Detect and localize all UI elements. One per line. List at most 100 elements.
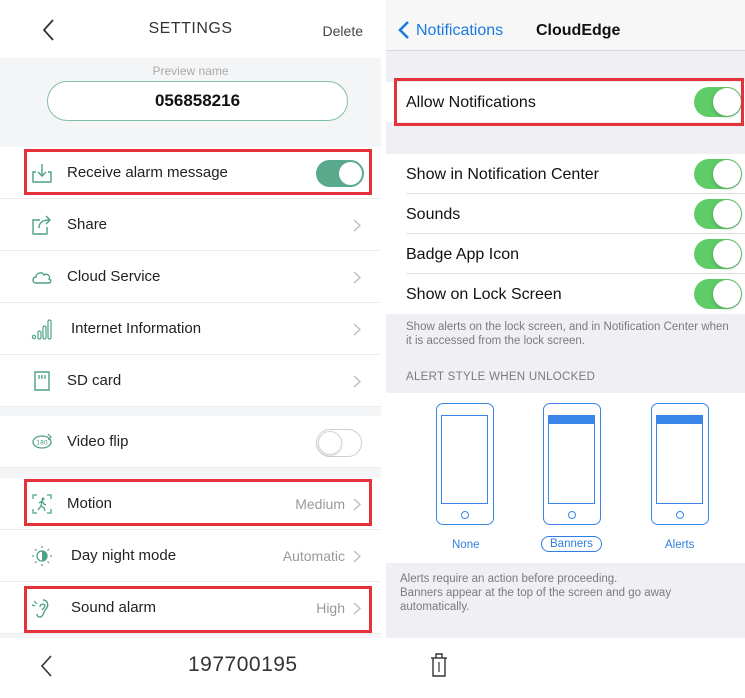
toggle-knob [713, 280, 741, 308]
alert-style-none-phone[interactable] [436, 403, 494, 525]
phone-screen [656, 415, 703, 504]
toggle-knob [318, 431, 342, 455]
lock-screen-note: Show alerts on the lock screen, and in N… [406, 321, 729, 347]
row-label: Cloud Service [67, 268, 161, 285]
row-value: High [316, 600, 345, 616]
cell-label: Allow Notifications [406, 94, 536, 111]
toggle-knob [339, 162, 362, 185]
receive-alarm-toggle[interactable] [316, 160, 364, 187]
phone-screen [548, 415, 595, 504]
camera-settings-panel: SETTINGS Delete Preview name 056858216 R… [0, 0, 381, 638]
badge-app-icon-toggle[interactable] [694, 239, 742, 269]
row-label: Receive alarm message [67, 164, 228, 181]
cloud-icon [32, 272, 52, 284]
ios-notification-settings-panel: Notifications CloudEdge Allow Notificati… [386, 0, 745, 638]
download-icon [32, 164, 52, 183]
section-divider [0, 468, 381, 478]
alert-preview [657, 416, 702, 424]
video-flip-toggle[interactable] [316, 429, 362, 457]
chevron-right-icon [353, 219, 361, 232]
preview-name-input[interactable]: 056858216 [47, 81, 348, 121]
allow-notifications-cell: Allow Notifications [386, 82, 745, 122]
settings-header: SETTINGS Delete [0, 0, 381, 58]
toggle-knob [713, 88, 741, 116]
preview-name-label: Preview name [152, 64, 229, 78]
row-receive-alarm-message: Receive alarm message [0, 147, 381, 199]
sounds-toggle[interactable] [694, 199, 742, 229]
sounds-cell: Sounds [386, 194, 745, 234]
svg-text:180: 180 [36, 440, 48, 447]
chevron-right-icon [353, 375, 361, 388]
back-chevron-icon[interactable] [398, 20, 410, 40]
show-on-lock-screen-cell: Show on Lock Screen [386, 274, 745, 314]
row-internet-information[interactable]: Internet Information [0, 303, 381, 355]
preview-name-section: Preview name 056858216 [0, 58, 381, 135]
signal-icon [31, 319, 52, 340]
row-label: Sound alarm [71, 599, 157, 616]
section-divider [0, 135, 381, 147]
row-sound-alarm[interactable]: Sound alarm High [0, 582, 381, 634]
delete-button[interactable]: Delete [323, 23, 363, 39]
row-label: Share [67, 216, 108, 233]
cell-label: Badge App Icon [406, 246, 519, 263]
day-night-icon [32, 546, 52, 566]
row-video-flip: 180 Video flip [0, 416, 381, 468]
alert-style-alerts-label[interactable]: Alerts [665, 539, 694, 551]
row-label: SD card [67, 372, 122, 389]
row-label: Video flip [67, 433, 129, 450]
alert-style-none-label[interactable]: None [452, 539, 480, 551]
screenshot-root: SETTINGS Delete Preview name 056858216 R… [0, 0, 745, 698]
section-divider [0, 407, 381, 416]
toggle-knob [713, 240, 741, 268]
share-icon [32, 215, 51, 235]
phone-home-button [568, 511, 576, 519]
allow-notifications-toggle[interactable] [694, 87, 742, 117]
chevron-right-icon [353, 602, 361, 615]
cell-label: Sounds [406, 206, 461, 223]
back-button[interactable]: Notifications [416, 22, 503, 40]
alert-style-section-title: ALERT STYLE WHEN UNLOCKED [406, 371, 596, 383]
cell-label: Show in Notification Center [406, 166, 599, 183]
row-share[interactable]: Share [0, 199, 381, 251]
motion-icon [32, 494, 52, 514]
back-icon[interactable] [36, 652, 58, 680]
phone-screen [441, 415, 488, 504]
alert-style-banners-label[interactable]: Banners [541, 536, 602, 552]
chevron-right-icon [353, 550, 361, 563]
sd-card-icon [34, 371, 50, 391]
row-value: Automatic [282, 548, 345, 564]
toggle-knob [713, 160, 741, 188]
row-motion[interactable]: Motion Medium [0, 478, 381, 530]
row-label: Internet Information [71, 320, 202, 337]
alert-style-note: Alerts require an action before proceedi… [400, 573, 672, 613]
notification-center-toggle[interactable] [694, 159, 742, 189]
navigation-bar: Notifications CloudEdge [386, 0, 745, 51]
alert-style-banners-phone[interactable] [543, 403, 601, 525]
row-cloud-service[interactable]: Cloud Service [0, 251, 381, 303]
row-value: Medium [295, 496, 345, 512]
phone-home-button [676, 511, 684, 519]
cell-label: Show on Lock Screen [406, 286, 562, 303]
sound-icon [31, 599, 49, 618]
device-id-title: 197700195 [188, 653, 298, 676]
chevron-right-icon [353, 323, 361, 336]
row-sd-card[interactable]: SD card [0, 355, 381, 407]
trash-icon[interactable] [428, 651, 450, 679]
badge-app-icon-cell: Badge App Icon [386, 234, 745, 274]
phone-home-button [461, 511, 469, 519]
alert-style-alerts-phone[interactable] [651, 403, 709, 525]
row-label: Motion [67, 495, 113, 512]
toggle-knob [713, 200, 741, 228]
chevron-right-icon [353, 498, 361, 511]
row-label: Day night mode [71, 547, 177, 564]
show-in-notification-center-cell: Show in Notification Center [386, 154, 745, 194]
alert-style-footer: Alerts require an action before proceedi… [386, 563, 745, 620]
banner-preview [549, 416, 594, 424]
chevron-right-icon [353, 271, 361, 284]
row-day-night-mode[interactable]: Day night mode Automatic [0, 530, 381, 582]
flip-icon: 180 [32, 433, 52, 449]
nav-title: CloudEdge [536, 22, 621, 39]
lock-screen-toggle[interactable] [694, 279, 742, 309]
alert-style-picker: None Banners Alerts [386, 393, 745, 563]
bottom-bar: 197700195 [0, 638, 745, 698]
